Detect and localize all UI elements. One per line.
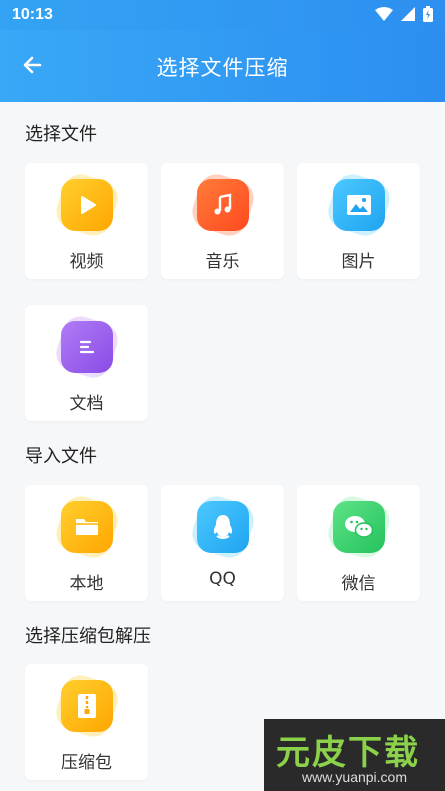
music-icon-wrap [187,169,259,241]
image-label: 图片 [341,252,376,272]
qq-penguin-icon [197,501,249,553]
local-label: 本地 [69,574,104,594]
local-card[interactable]: 本地 [25,485,148,601]
status-icons [375,6,433,22]
folder-icon [61,501,113,553]
wechat-icon-wrap [323,491,395,563]
wifi-icon [375,7,393,21]
qq-label: QQ [209,569,236,589]
play-icon [61,179,113,231]
wechat-icon [333,501,385,553]
watermark: 元皮下载 www.yuanpi.com [264,719,445,791]
status-bar: 10:13 [0,0,445,30]
page-title: 选择文件压缩 [156,56,289,80]
qq-icon-wrap [187,491,259,563]
archive-icon-wrap [51,670,123,742]
video-label: 视频 [69,252,104,272]
watermark-url: www.yuanpi.com [301,769,408,785]
video-icon-wrap [51,169,123,241]
document-icon [61,321,113,373]
archive-card[interactable]: 压缩包 [25,664,148,780]
document-card[interactable]: 文档 [25,305,148,421]
wechat-card[interactable]: 微信 [297,485,420,601]
image-icon-wrap [323,169,395,241]
music-label: 音乐 [205,252,240,272]
status-time: 10:13 [12,6,53,23]
archive-label: 压缩包 [61,753,112,773]
section-title-select-files: 选择文件 [25,124,97,145]
document-label: 文档 [69,394,104,414]
section-title-import-files: 导入文件 [25,446,97,467]
music-card[interactable]: 音乐 [161,163,284,279]
local-icon-wrap [51,491,123,563]
watermark-logo-text: 元皮下载 [276,733,420,773]
qq-card[interactable]: QQ [161,485,284,601]
image-card[interactable]: 图片 [297,163,420,279]
battery-icon [423,6,433,22]
picture-icon [333,179,385,231]
wechat-label: 微信 [341,574,376,594]
section-title-extract: 选择压缩包解压 [25,626,151,647]
document-icon-wrap [51,311,123,383]
app-bar: 选择文件压缩 [0,30,445,102]
video-card[interactable]: 视频 [25,163,148,279]
signal-icon [401,7,415,21]
music-note-icon [197,179,249,231]
zip-file-icon [61,680,113,732]
